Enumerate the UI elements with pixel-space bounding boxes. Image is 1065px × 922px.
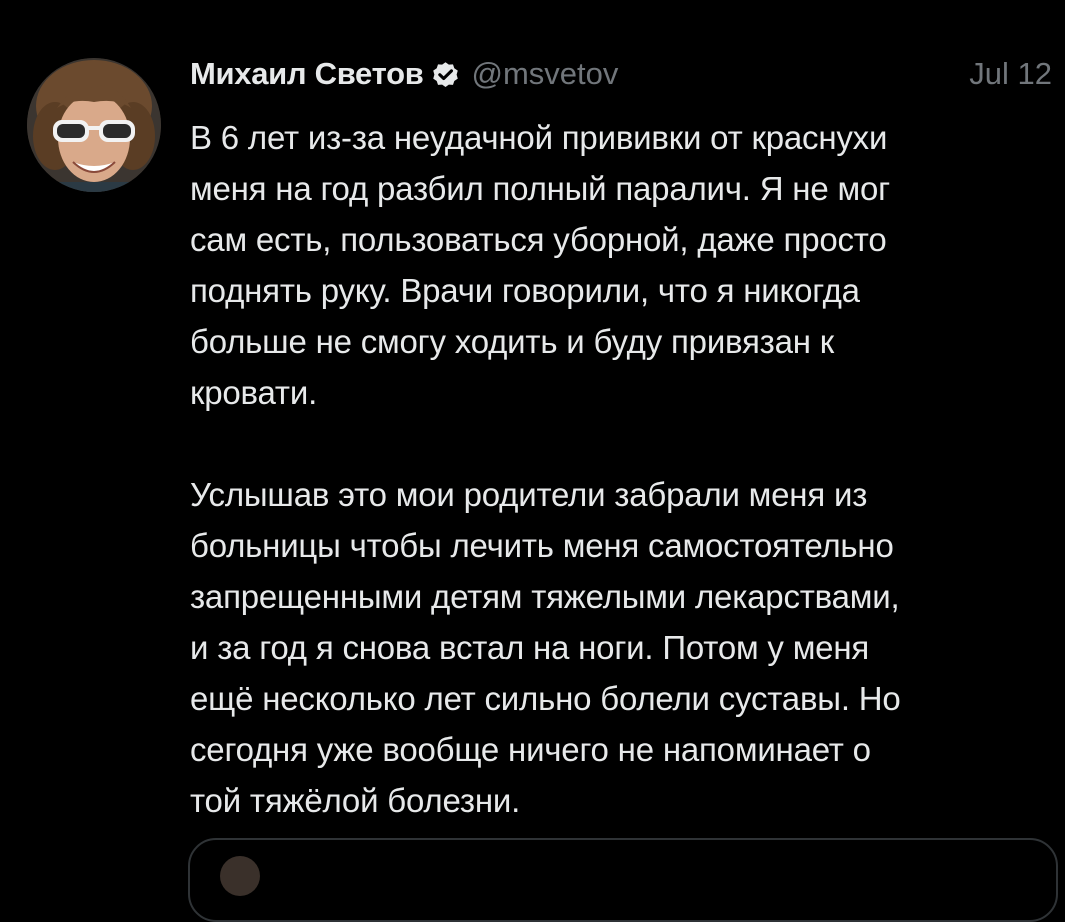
paragraph-1: В 6 лет из-за неудачной прививки от крас… (190, 112, 1060, 418)
avatar[interactable] (27, 58, 161, 192)
tweet-text: В 6 лет из-за неудачной прививки от крас… (190, 112, 1060, 826)
tweet-header: Михаил Светов @msvetov Jul 12 (190, 50, 1052, 98)
text-line: меня на год разбил полный паралич. Я не … (190, 170, 890, 207)
text-line: той тяжёлой болезни. (190, 782, 521, 819)
text-line: больше не смогу ходить и буду привязан к (190, 323, 834, 360)
text-line: ещё несколько лет сильно болели суставы.… (190, 680, 901, 717)
text-line: Услышав это мои родители забрали меня из (190, 476, 868, 513)
text-line: сам есть, пользоваться уборной, даже про… (190, 221, 887, 258)
paragraph-2: Услышав это мои родители забрали меня из… (190, 469, 1060, 826)
text-line: и за год я снова встал на ноги. Потом у … (190, 629, 870, 666)
text-line: поднять руку. Врачи говорили, что я нико… (190, 272, 860, 309)
verified-badge-icon (430, 59, 461, 90)
text-line: больницы чтобы лечить меня самостоятельн… (190, 527, 894, 564)
quoted-tweet-avatar (220, 856, 260, 896)
text-line: запрещенными детям тяжелыми лекарствами, (190, 578, 900, 615)
quoted-tweet-card[interactable] (188, 838, 1058, 922)
avatar-image (27, 58, 161, 192)
text-line: В 6 лет из-за неудачной прививки от крас… (190, 119, 888, 156)
tweet-date[interactable]: Jul 12 (969, 56, 1052, 92)
text-line: кровати. (190, 374, 318, 411)
text-line: сегодня уже вообще ничего не напоминает … (190, 731, 871, 768)
author-handle[interactable]: @msvetov (471, 56, 618, 92)
tweet[interactable]: Михаил Светов @msvetov Jul 12 В 6 лет из… (0, 0, 1065, 922)
author-name[interactable]: Михаил Светов (190, 56, 424, 92)
